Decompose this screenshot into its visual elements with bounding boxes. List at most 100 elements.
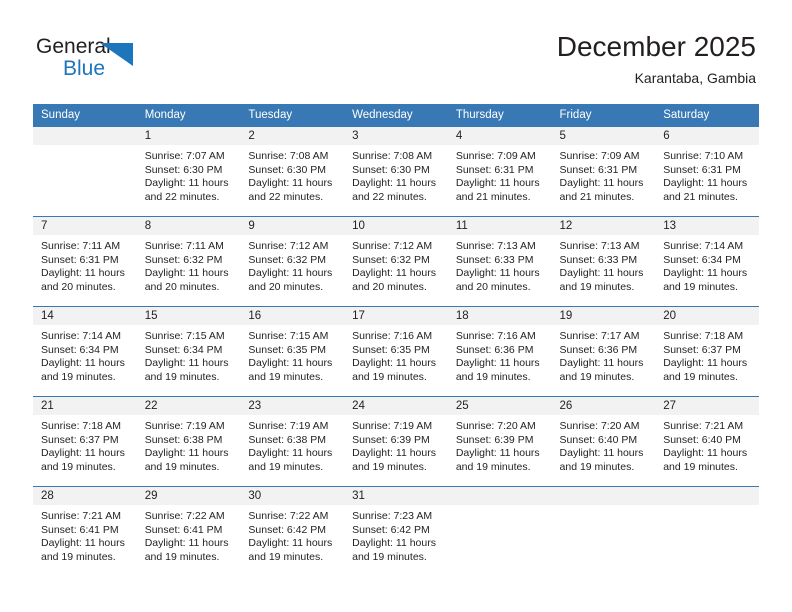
- day-sunrise: Sunrise: 7:16 AM: [352, 330, 433, 342]
- calendar-day-cell[interactable]: 20 Sunrise: 7:18 AM Sunset: 6:37 PM Dayligh…: [655, 306, 759, 397]
- day-daylight: Daylight: 11 hours: [455, 267, 540, 280]
- day-number: 25: [447, 397, 552, 415]
- day-daylight-cont: and 22 minutes.: [144, 190, 220, 203]
- day-sunrise: Sunrise: 7:11 AM: [41, 240, 121, 252]
- calendar-day-cell[interactable]: 21 Sunrise: 7:18 AM Sunset: 6:37 PM Dayligh…: [33, 396, 137, 487]
- day-details: Sunrise: 7:07 AM Sunset: 6:30 PM Daylight:…: [137, 145, 241, 204]
- day-number: 5: [551, 127, 656, 145]
- day-daylight-cont: and 19 minutes.: [41, 550, 116, 563]
- day-details: Sunrise: 7:09 AM Sunset: 6:31 PM Daylight:…: [448, 145, 552, 204]
- day-number: [447, 487, 552, 505]
- calendar-day-cell[interactable]: 24 Sunrise: 7:19 AM Sunset: 6:39 PM Dayligh…: [344, 396, 448, 487]
- calendar-day-cell[interactable]: 1 Sunrise: 7:07 AM Sunset: 6:30 PM Daylight…: [136, 126, 241, 217]
- day-details: Sunrise: 7:14 AM Sunset: 6:34 PM Daylight:…: [655, 235, 759, 294]
- weekday-header-friday: Friday: [551, 104, 656, 127]
- day-details: Sunrise: 7:08 AM Sunset: 6:30 PM Daylight:…: [240, 145, 344, 204]
- day-daylight-cont: and 19 minutes.: [559, 280, 635, 293]
- day-sunset: Sunset: 6:34 PM: [41, 343, 119, 356]
- title-block: December 2025 Karantaba, Gambia: [557, 30, 756, 88]
- day-sunset: Sunset: 6:33 PM: [559, 253, 638, 266]
- day-number: 1: [136, 127, 241, 145]
- day-sunset: Sunset: 6:37 PM: [663, 343, 741, 356]
- day-sunset: Sunset: 6:31 PM: [41, 253, 119, 266]
- day-number: 19: [551, 307, 656, 325]
- calendar-day-cell[interactable]: 29 Sunrise: 7:22 AM Sunset: 6:41 PM Dayligh…: [136, 486, 241, 577]
- day-details: Sunrise: 7:16 AM Sunset: 6:35 PM Daylight:…: [344, 325, 448, 384]
- calendar-day-cell[interactable]: 19 Sunrise: 7:17 AM Sunset: 6:36 PM Dayligh…: [551, 306, 656, 397]
- day-daylight: Daylight: 11 hours: [559, 267, 644, 280]
- calendar-day-cell[interactable]: 9 Sunrise: 7:12 AM Sunset: 6:32 PM Daylight…: [240, 216, 345, 307]
- calendar-day-cell[interactable]: 30 Sunrise: 7:22 AM Sunset: 6:42 PM Dayligh…: [240, 486, 345, 577]
- day-sunrise: Sunrise: 7:13 AM: [455, 240, 536, 252]
- day-number: 30: [240, 487, 345, 505]
- day-number: 13: [655, 217, 759, 235]
- calendar-day-cell[interactable]: 17 Sunrise: 7:16 AM Sunset: 6:35 PM Dayligh…: [344, 306, 448, 397]
- calendar-day-cell[interactable]: 3 Sunrise: 7:08 AM Sunset: 6:30 PM Daylight…: [344, 126, 448, 217]
- calendar-day-cell[interactable]: 11 Sunrise: 7:13 AM Sunset: 6:33 PM Dayligh…: [447, 216, 552, 307]
- day-sunset: Sunset: 6:32 PM: [144, 253, 223, 266]
- calendar-day-cell[interactable]: 15 Sunrise: 7:15 AM Sunset: 6:34 PM Dayligh…: [136, 306, 241, 397]
- day-details: Sunrise: 7:18 AM Sunset: 6:37 PM Daylight:…: [655, 325, 759, 384]
- calendar-day-cell[interactable]: 26 Sunrise: 7:20 AM Sunset: 6:40 PM Dayligh…: [551, 396, 656, 487]
- day-daylight: Daylight: 11 hours: [352, 357, 436, 370]
- calendar-day-cell[interactable]: 6 Sunrise: 7:10 AM Sunset: 6:31 PM Daylight…: [655, 126, 759, 217]
- calendar-day-cell[interactable]: 10 Sunrise: 7:12 AM Sunset: 6:32 PM Dayligh…: [344, 216, 448, 307]
- calendar-day-cell[interactable]: 31 Sunrise: 7:23 AM Sunset: 6:42 PM Dayligh…: [344, 486, 448, 577]
- calendar-day-cell[interactable]: 27 Sunrise: 7:21 AM Sunset: 6:40 PM Dayligh…: [655, 396, 759, 487]
- day-sunset: Sunset: 6:34 PM: [144, 343, 223, 356]
- calendar-day-cell-empty: [551, 486, 656, 577]
- day-number: 9: [240, 217, 345, 235]
- day-sunset: Sunset: 6:32 PM: [352, 253, 430, 266]
- calendar-day-cell[interactable]: 8 Sunrise: 7:11 AM Sunset: 6:32 PM Daylight…: [136, 216, 241, 307]
- calendar-day-cell[interactable]: 7 Sunrise: 7:11 AM Sunset: 6:31 PM Daylight…: [33, 216, 137, 307]
- day-daylight-cont: and 19 minutes.: [352, 460, 427, 473]
- calendar-week-row: 14 Sunrise: 7:14 AM Sunset: 6:34 PM Dayligh…: [33, 306, 759, 397]
- day-number: 21: [33, 397, 137, 415]
- day-number: [655, 487, 759, 505]
- calendar-day-cell[interactable]: 18 Sunrise: 7:16 AM Sunset: 6:36 PM Dayligh…: [447, 306, 552, 397]
- day-daylight: Daylight: 11 hours: [663, 447, 748, 460]
- day-details: Sunrise: 7:22 AM Sunset: 6:42 PM Daylight:…: [240, 505, 344, 564]
- day-daylight: Daylight: 11 hours: [455, 357, 540, 370]
- day-sunrise: Sunrise: 7:15 AM: [144, 330, 225, 342]
- day-details: Sunrise: 7:17 AM Sunset: 6:36 PM Daylight:…: [552, 325, 656, 384]
- day-sunrise: Sunrise: 7:13 AM: [559, 240, 640, 252]
- day-sunset: Sunset: 6:32 PM: [248, 253, 327, 266]
- day-daylight: Daylight: 11 hours: [41, 447, 125, 460]
- day-details: Sunrise: 7:13 AM Sunset: 6:33 PM Daylight:…: [552, 235, 656, 294]
- day-daylight-cont: and 19 minutes.: [41, 370, 116, 383]
- day-daylight-cont: and 19 minutes.: [352, 370, 427, 383]
- day-number: 14: [33, 307, 137, 325]
- day-daylight: Daylight: 11 hours: [559, 447, 644, 460]
- day-details: Sunrise: 7:13 AM Sunset: 6:33 PM Daylight:…: [448, 235, 552, 294]
- day-details: Sunrise: 7:19 AM Sunset: 6:38 PM Daylight:…: [240, 415, 344, 474]
- calendar-day-cell[interactable]: 13 Sunrise: 7:14 AM Sunset: 6:34 PM Dayligh…: [655, 216, 759, 307]
- calendar-day-cell[interactable]: 25 Sunrise: 7:20 AM Sunset: 6:39 PM Dayligh…: [447, 396, 552, 487]
- day-daylight-cont: and 21 minutes.: [455, 190, 531, 203]
- calendar-day-cell[interactable]: 5 Sunrise: 7:09 AM Sunset: 6:31 PM Daylight…: [551, 126, 656, 217]
- weekday-header-monday: Monday: [136, 104, 241, 127]
- calendar-day-cell[interactable]: 14 Sunrise: 7:14 AM Sunset: 6:34 PM Dayligh…: [33, 306, 137, 397]
- day-sunset: Sunset: 6:37 PM: [41, 433, 119, 446]
- calendar-day-cell[interactable]: 2 Sunrise: 7:08 AM Sunset: 6:30 PM Daylight…: [240, 126, 345, 217]
- day-daylight-cont: and 21 minutes.: [559, 190, 635, 203]
- day-daylight: Daylight: 11 hours: [455, 447, 540, 460]
- day-daylight-cont: and 19 minutes.: [248, 550, 324, 563]
- calendar-table: Sunday Monday Tuesday Wednesday Thursday Frid…: [33, 104, 759, 577]
- generalblue-logo[interactable]: General Blue: [36, 34, 166, 86]
- day-daylight-cont: and 19 minutes.: [663, 280, 738, 293]
- day-daylight: Daylight: 11 hours: [352, 177, 436, 190]
- day-details: Sunrise: 7:19 AM Sunset: 6:38 PM Daylight:…: [137, 415, 241, 474]
- calendar-day-cell[interactable]: 23 Sunrise: 7:19 AM Sunset: 6:38 PM Dayligh…: [240, 396, 345, 487]
- day-daylight: Daylight: 11 hours: [352, 537, 436, 550]
- calendar-day-cell[interactable]: 28 Sunrise: 7:21 AM Sunset: 6:41 PM Dayligh…: [33, 486, 137, 577]
- calendar-week-row: 1 Sunrise: 7:07 AM Sunset: 6:30 PM Daylight…: [33, 126, 759, 217]
- day-daylight: Daylight: 11 hours: [248, 357, 333, 370]
- calendar-day-cell[interactable]: 22 Sunrise: 7:19 AM Sunset: 6:38 PM Dayligh…: [136, 396, 241, 487]
- day-sunrise: Sunrise: 7:12 AM: [352, 240, 433, 252]
- calendar-day-cell[interactable]: 12 Sunrise: 7:13 AM Sunset: 6:33 PM Dayligh…: [551, 216, 656, 307]
- calendar-day-cell[interactable]: 16 Sunrise: 7:15 AM Sunset: 6:35 PM Dayligh…: [240, 306, 345, 397]
- weekday-header-saturday: Saturday: [655, 104, 759, 127]
- day-details: Sunrise: 7:23 AM Sunset: 6:42 PM Daylight:…: [344, 505, 448, 564]
- calendar-day-cell[interactable]: 4 Sunrise: 7:09 AM Sunset: 6:31 PM Daylight…: [447, 126, 552, 217]
